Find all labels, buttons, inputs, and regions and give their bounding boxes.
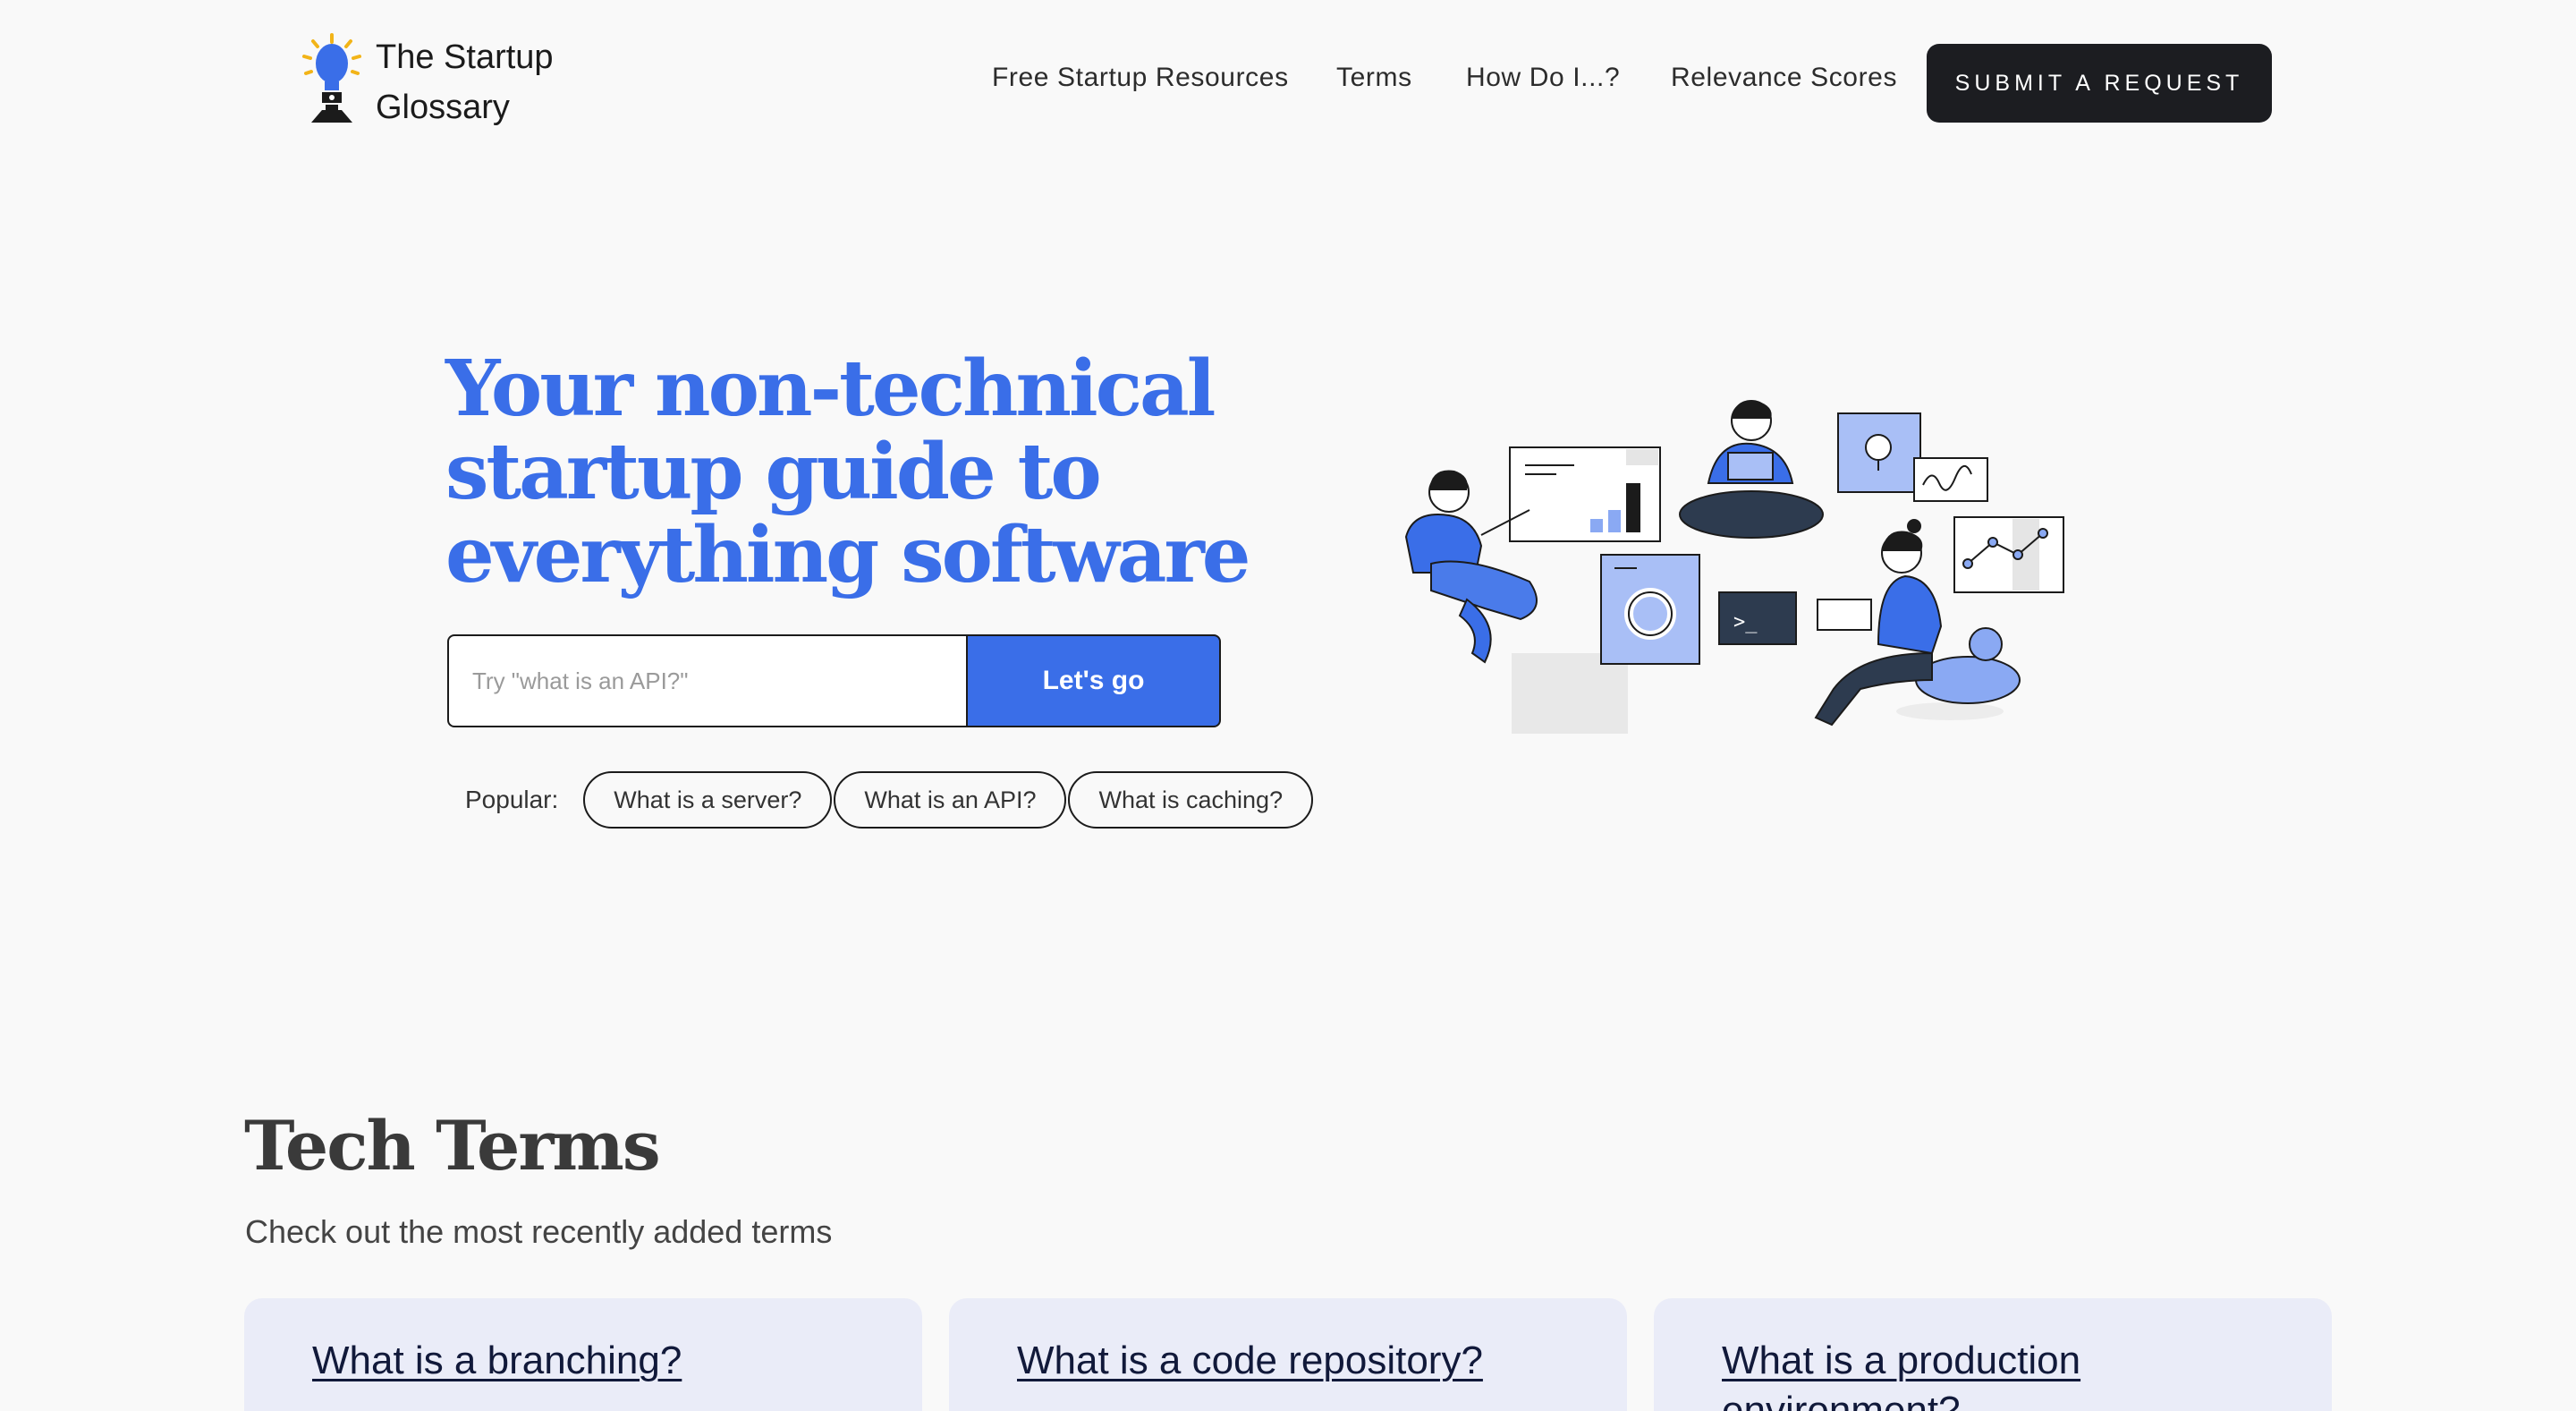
term-card-link[interactable]: What is a branching?: [312, 1339, 682, 1382]
hero-illustration: >_: [1404, 400, 2064, 734]
hero-title: Your non-technical startup guide to ever…: [445, 347, 1250, 597]
site-header: The Startup Glossary Free Startup Resour…: [0, 0, 2576, 165]
hero-title-line2: startup guide to: [445, 427, 1102, 517]
search-input[interactable]: [447, 634, 966, 727]
svg-text:>_: >_: [1733, 611, 1758, 633]
terms-card-list: What is a branching? What is a code repo…: [244, 1298, 2333, 1411]
search-form: Let's go: [447, 634, 1221, 727]
popular-searches: Popular: What is a server? What is an AP…: [465, 771, 1315, 829]
hero-title-line1: Your non-technical: [445, 344, 1216, 434]
nav-terms[interactable]: Terms: [1336, 63, 1412, 93]
nav-relevance-scores[interactable]: Relevance Scores: [1671, 63, 1897, 93]
popular-chip-caching[interactable]: What is caching?: [1068, 771, 1314, 829]
tech-terms-subtitle: Check out the most recently added terms: [245, 1213, 833, 1250]
tech-terms-title: Tech Terms: [244, 1106, 661, 1186]
submit-request-button[interactable]: SUBMIT A REQUEST: [1927, 44, 2272, 123]
term-card: What is a production environment?: [1654, 1298, 2332, 1411]
hero-title-line3: everything software: [445, 510, 1250, 600]
nav-how-do-i[interactable]: How Do I...?: [1466, 63, 1620, 93]
page: The Startup Glossary Free Startup Resour…: [0, 0, 2576, 1411]
popular-chip-server[interactable]: What is a server?: [583, 771, 833, 829]
popular-label: Popular:: [465, 786, 559, 813]
search-button[interactable]: Let's go: [966, 634, 1221, 727]
nav-free-startup-resources[interactable]: Free Startup Resources: [992, 63, 1289, 93]
term-card-link[interactable]: What is a production environment?: [1722, 1339, 2080, 1411]
term-card-link[interactable]: What is a code repository?: [1017, 1339, 1483, 1382]
popular-chip-api[interactable]: What is an API?: [834, 771, 1067, 829]
term-card: What is a code repository?: [949, 1298, 1627, 1411]
term-card: What is a branching?: [244, 1298, 922, 1411]
